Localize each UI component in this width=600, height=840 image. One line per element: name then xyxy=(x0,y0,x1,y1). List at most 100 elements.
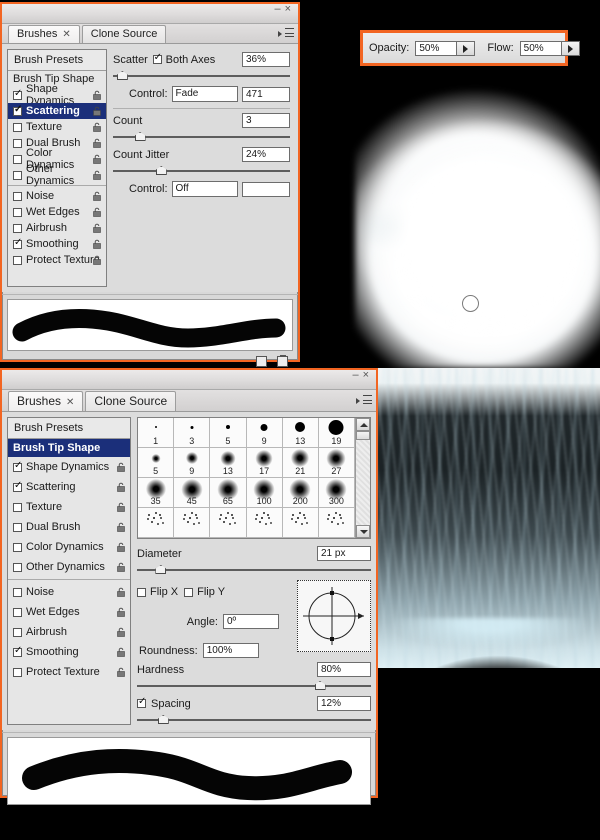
brush-option-other-dynamics[interactable]: Other Dynamics xyxy=(8,167,106,183)
checkbox-noise[interactable] xyxy=(13,192,22,201)
scatter-control-select[interactable]: Fade xyxy=(172,86,238,102)
lock-icon[interactable] xyxy=(116,667,126,677)
count-value-input[interactable]: 3 xyxy=(242,113,290,128)
minimize-button[interactable]: – xyxy=(273,3,283,15)
brush-options-list[interactable]: Brush Presets Brush Tip Shape Shape Dyna… xyxy=(7,417,131,725)
checkbox-airbrush[interactable] xyxy=(13,628,22,637)
scatter-value-input[interactable]: 36% xyxy=(242,52,290,67)
checkbox-other-dynamics[interactable] xyxy=(13,563,22,572)
brush-preset-cell[interactable]: 9 xyxy=(174,448,210,478)
brush-presets-header[interactable]: Brush Presets xyxy=(8,418,130,439)
count-slider[interactable] xyxy=(113,131,290,143)
flip-y-checkbox[interactable] xyxy=(184,588,193,597)
scroll-up-icon[interactable] xyxy=(356,418,370,431)
brush-preset-cell[interactable]: 100 xyxy=(247,478,283,508)
flip-x-checkbox[interactable] xyxy=(137,588,146,597)
checkbox-shape-dynamics[interactable] xyxy=(13,91,22,100)
hardness-slider-knob[interactable] xyxy=(315,681,326,690)
count-jitter-slider-knob[interactable] xyxy=(156,166,167,175)
brush-option-scattering[interactable]: Scattering xyxy=(8,477,130,497)
panel1-window-buttons[interactable]: –× xyxy=(273,3,294,15)
brush-preset-cell[interactable] xyxy=(138,508,174,538)
brush-option-rows[interactable]: Shape DynamicsScatteringTextureDual Brus… xyxy=(8,457,130,682)
brush-preset-cell[interactable] xyxy=(174,508,210,538)
tab-clone-source[interactable]: Clone Source xyxy=(85,391,176,411)
scrollbar-thumb[interactable] xyxy=(356,431,370,440)
brush-option-texture[interactable]: Texture xyxy=(8,119,106,135)
brush-option-color-dynamics[interactable]: Color Dynamics xyxy=(8,537,130,557)
brush-option-shape-dynamics[interactable]: Shape Dynamics xyxy=(8,87,106,103)
tab-brushes[interactable]: Brushes✕ xyxy=(8,25,80,43)
hardness-slider[interactable] xyxy=(137,680,371,692)
checkbox-texture[interactable] xyxy=(13,503,22,512)
brush-grid-scrollbar[interactable] xyxy=(355,418,370,538)
panel1-footer[interactable] xyxy=(2,353,298,369)
close-button[interactable]: × xyxy=(284,3,294,15)
brush-preset-cell[interactable] xyxy=(319,508,355,538)
brush-option-texture[interactable]: Texture xyxy=(8,497,130,517)
brush-option-airbrush[interactable]: Airbrush xyxy=(8,220,106,236)
count-slider-knob[interactable] xyxy=(135,132,146,141)
brush-option-wet-edges[interactable]: Wet Edges xyxy=(8,204,106,220)
brush-preset-cell[interactable]: 13 xyxy=(210,448,246,478)
checkbox-color-dynamics[interactable] xyxy=(13,155,22,164)
brush-preset-cell[interactable]: 13 xyxy=(283,418,319,448)
checkbox-scattering[interactable] xyxy=(13,483,22,492)
count-jitter-control-select[interactable]: Off xyxy=(172,181,238,197)
checkbox-protect-texture[interactable] xyxy=(13,668,22,677)
checkbox-airbrush[interactable] xyxy=(13,224,22,233)
brushes-panel-scattering[interactable]: –× Brushes✕ Clone Source Brush Presets B… xyxy=(0,2,300,362)
brush-option-smoothing[interactable]: Smoothing xyxy=(8,236,106,252)
brush-option-airbrush[interactable]: Airbrush xyxy=(8,622,130,642)
brush-option-wet-edges[interactable]: Wet Edges xyxy=(8,602,130,622)
roundness-input[interactable]: 100% xyxy=(203,643,259,658)
scroll-down-icon[interactable] xyxy=(356,525,370,538)
brush-preset-cell[interactable]: 300 xyxy=(319,478,355,508)
lock-icon[interactable] xyxy=(92,90,102,100)
brush-preset-cell[interactable]: 1 xyxy=(138,418,174,448)
brush-tip-shape-row[interactable]: Brush Tip Shape xyxy=(8,439,130,457)
checkbox-noise[interactable] xyxy=(13,588,22,597)
scatter-slider-knob[interactable] xyxy=(117,71,128,80)
lock-icon[interactable] xyxy=(116,522,126,532)
flow-input[interactable]: 50% xyxy=(520,41,562,56)
brush-preset-cell[interactable]: 17 xyxy=(247,448,283,478)
panel1-tabstrip[interactable]: Brushes✕ Clone Source xyxy=(2,24,298,44)
brush-preset-cell[interactable] xyxy=(283,508,319,538)
brush-presets-header[interactable]: Brush Presets xyxy=(8,50,106,71)
brush-option-noise[interactable]: Noise xyxy=(8,582,130,602)
brushes-panel-tipshape[interactable]: –× Brushes✕ Clone Source Brush Presets B… xyxy=(0,368,378,798)
opacity-dropdown-arrow[interactable] xyxy=(457,41,475,56)
spacing-checkbox[interactable] xyxy=(137,699,146,708)
panel2-tabstrip[interactable]: Brushes✕ Clone Source xyxy=(2,390,376,412)
lock-icon[interactable] xyxy=(92,239,102,249)
lock-icon[interactable] xyxy=(116,542,126,552)
both-axes-checkbox[interactable] xyxy=(153,55,162,64)
diameter-slider[interactable] xyxy=(137,564,371,576)
brush-option-rows[interactable]: Shape DynamicsScatteringTextureDual Brus… xyxy=(8,87,106,268)
angle-input[interactable]: 0º xyxy=(223,614,279,629)
panel-menu-icon[interactable] xyxy=(278,28,294,39)
lock-icon[interactable] xyxy=(92,191,102,201)
count-jitter-steps-input[interactable] xyxy=(242,182,290,197)
panel-menu-icon[interactable] xyxy=(356,395,372,406)
lock-icon[interactable] xyxy=(92,106,102,116)
scrollbar-track[interactable] xyxy=(356,440,370,525)
checkbox-smoothing[interactable] xyxy=(13,648,22,657)
lock-icon[interactable] xyxy=(92,170,102,180)
brush-option-protect-texture[interactable]: Protect Texture xyxy=(8,662,130,682)
brush-preset-cell[interactable]: 65 xyxy=(210,478,246,508)
checkbox-scattering[interactable] xyxy=(13,107,22,116)
brush-preset-cell[interactable]: 9 xyxy=(247,418,283,448)
brush-preset-cell[interactable]: 27 xyxy=(319,448,355,478)
brush-preset-grid[interactable]: 135913195913172127354565100200300 xyxy=(138,418,355,538)
panel2-titlebar[interactable]: –× xyxy=(2,370,376,390)
brush-option-smoothing[interactable]: Smoothing xyxy=(8,642,130,662)
checkbox-dual-brush[interactable] xyxy=(13,523,22,532)
new-brush-icon[interactable] xyxy=(256,356,267,367)
lock-icon[interactable] xyxy=(116,562,126,572)
lock-icon[interactable] xyxy=(92,122,102,132)
spacing-input[interactable]: 12% xyxy=(317,696,371,711)
panel1-titlebar[interactable]: –× xyxy=(2,4,298,24)
lock-icon[interactable] xyxy=(116,607,126,617)
